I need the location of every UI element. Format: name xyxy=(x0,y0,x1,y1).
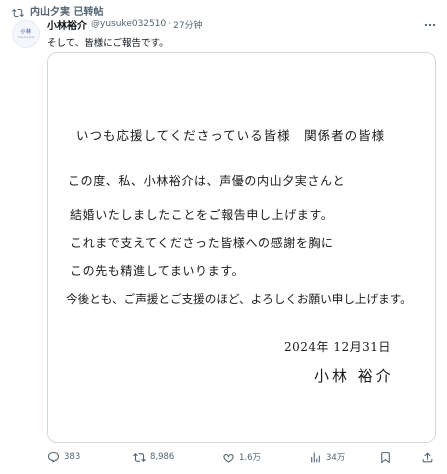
reply-button[interactable]: 383 xyxy=(47,449,80,465)
letter-date: 2024年 12月31日 xyxy=(284,340,391,354)
more-icon[interactable] xyxy=(423,18,437,35)
letter-line: 結婚いたしましたことをご報告申し上げます。 xyxy=(70,208,334,222)
letter-line: これまで支えてくださった皆様への感謝を胸に xyxy=(70,236,334,250)
bookmark-button[interactable] xyxy=(379,449,392,465)
repost-button[interactable]: 8,986 xyxy=(133,449,174,465)
like-count: 1.6万 xyxy=(239,453,262,463)
views-button[interactable]: 34万 xyxy=(309,449,345,465)
reply-icon xyxy=(47,451,60,463)
author-name[interactable]: 小林裕介 xyxy=(47,17,87,32)
author-handle[interactable]: @yusuke032510 xyxy=(91,19,166,29)
avatar[interactable]: 小林 Yusuke Kob xyxy=(12,20,40,48)
repost-count: 8,986 xyxy=(150,452,175,462)
letter-greeting: いつも応援してくださっている皆様 関係者の皆様 xyxy=(76,128,386,143)
repost-banner[interactable]: 内山夕実 已转帖 xyxy=(12,3,104,18)
action-bar: 383 8,986 1.6万 34万 xyxy=(47,449,436,465)
like-button[interactable]: 1.6万 xyxy=(222,449,261,465)
separator: · xyxy=(168,19,172,29)
letter-line: この度、私、小林裕介は、声優の内山夕実さんと xyxy=(68,174,346,188)
repost-icon xyxy=(12,4,24,18)
letter-line: この先も精進してまいります。 xyxy=(70,264,245,278)
repost-icon xyxy=(133,452,146,462)
share-icon xyxy=(422,451,433,462)
share-button[interactable] xyxy=(421,449,434,465)
post-image[interactable]: いつも応援してくださっている皆様 関係者の皆様 この度、私、小林裕介は、声優の内… xyxy=(47,52,436,443)
post-time[interactable]: 27分钟 xyxy=(173,18,202,31)
views-icon xyxy=(311,452,320,462)
post-text: そして、皆様にご報告です。 xyxy=(47,38,169,49)
like-icon xyxy=(223,453,234,463)
repost-banner-text: 内山夕実 已转帖 xyxy=(30,6,104,18)
reply-count: 383 xyxy=(64,452,81,462)
letter-line: 今後とも、ご声援とご支援のほど、よろしくお願い申し上げます。 xyxy=(66,292,412,306)
post-header: 小林裕介 @yusuke032510 · 27分钟 xyxy=(47,17,203,32)
avatar-subtext: Yusuke Kob xyxy=(17,35,35,39)
views-count: 34万 xyxy=(326,453,346,463)
letter: いつも応援してくださっている皆様 関係者の皆様 この度、私、小林裕介は、声優の内… xyxy=(48,53,435,442)
letter-signature: 小林 裕介 xyxy=(314,367,394,385)
bookmark-icon xyxy=(381,451,390,463)
